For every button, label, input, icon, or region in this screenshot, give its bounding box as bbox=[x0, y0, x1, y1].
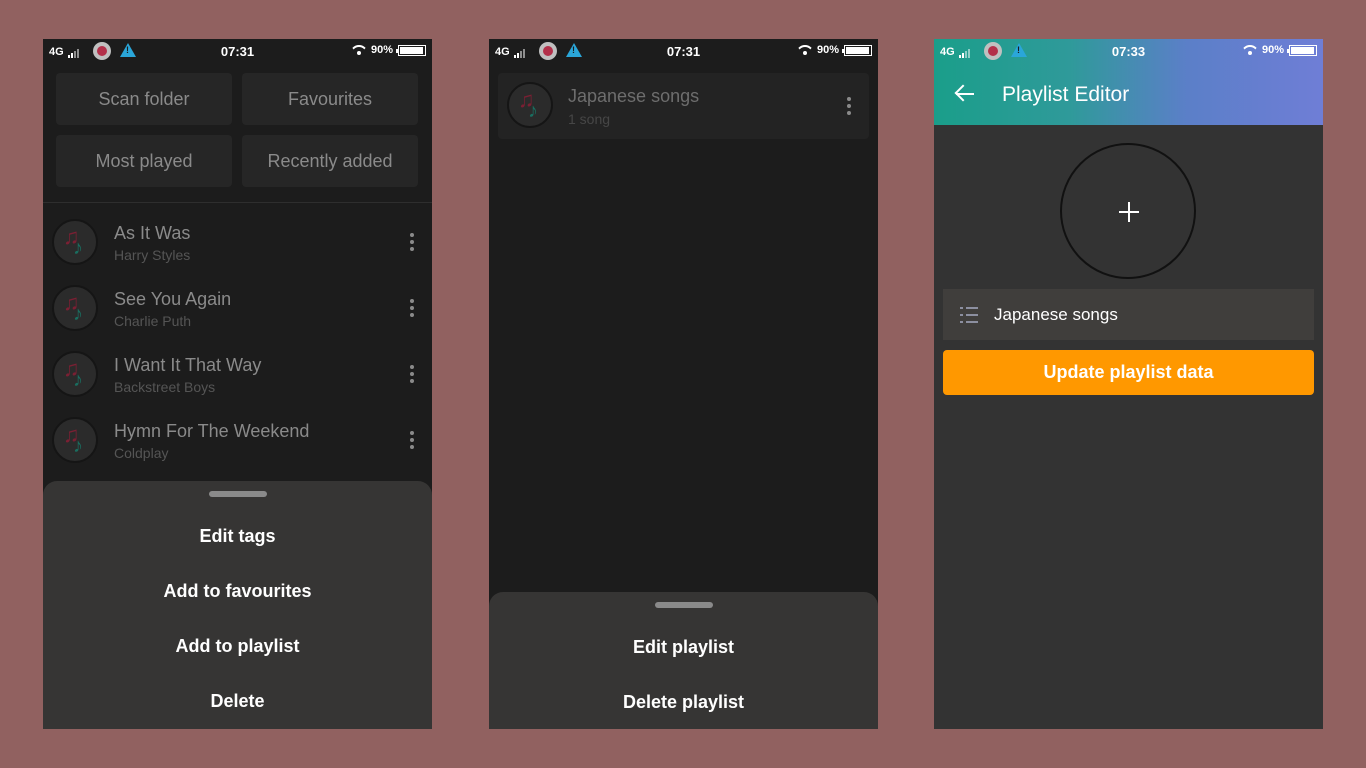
battery-icon bbox=[396, 44, 426, 56]
more-options-icon[interactable] bbox=[410, 431, 414, 452]
favourites-button[interactable]: Favourites bbox=[242, 73, 418, 125]
more-options-icon[interactable] bbox=[847, 97, 851, 118]
update-playlist-button[interactable]: Update playlist data bbox=[943, 350, 1314, 395]
song-row[interactable]: ♫ ♪ Hymn For The Weekend Coldplay bbox=[43, 407, 432, 473]
more-options-icon[interactable] bbox=[410, 233, 414, 254]
plus-icon bbox=[1119, 202, 1139, 222]
drag-handle[interactable] bbox=[208, 491, 267, 497]
delete-playlist-option[interactable]: Delete playlist bbox=[489, 692, 878, 713]
recently-added-button[interactable]: Recently added bbox=[242, 135, 418, 187]
song-artist: Coldplay bbox=[114, 445, 169, 461]
list-icon bbox=[960, 307, 978, 323]
more-options-icon[interactable] bbox=[410, 299, 414, 320]
phone-screen-playlist-editor: 4G 07:33 90% Playlist Editor Japanese so… bbox=[934, 39, 1323, 729]
music-note-icon: ♫ ♪ bbox=[52, 351, 98, 397]
playlist-song-count: 1 song bbox=[568, 111, 611, 127]
phone-screen-songs: 4G 07:31 90% Scan folder Favourites Most… bbox=[43, 39, 432, 729]
song-artist: Harry Styles bbox=[114, 247, 191, 263]
wifi-icon bbox=[1243, 45, 1257, 55]
page-title: Playlist Editor bbox=[1002, 83, 1130, 106]
song-row[interactable]: ♫ ♪ I Want It That Way Backstreet Boys bbox=[43, 341, 432, 407]
edit-tags-option[interactable]: Edit tags bbox=[43, 526, 432, 547]
song-title: As It Was bbox=[114, 223, 191, 243]
wifi-icon bbox=[352, 45, 366, 55]
status-bar: 4G 07:31 90% bbox=[489, 39, 878, 64]
status-bar: 4G 07:31 90% bbox=[43, 39, 432, 64]
back-arrow-icon[interactable] bbox=[954, 83, 976, 105]
song-options-sheet: Edit tags Add to favourites Add to playl… bbox=[43, 481, 432, 729]
most-played-button[interactable]: Most played bbox=[56, 135, 232, 187]
delete-option[interactable]: Delete bbox=[43, 691, 432, 712]
playlist-options-sheet: Edit playlist Delete playlist bbox=[489, 592, 878, 729]
playlist-title: Japanese songs bbox=[568, 86, 700, 106]
song-title: Hymn For The Weekend bbox=[114, 421, 310, 441]
edit-playlist-option[interactable]: Edit playlist bbox=[489, 637, 878, 658]
more-options-icon[interactable] bbox=[410, 365, 414, 386]
song-row[interactable]: ♫ ♪ See You Again Charlie Puth bbox=[43, 275, 432, 341]
add-cover-image-button[interactable] bbox=[1060, 143, 1196, 279]
phone-screen-playlists: 4G 07:31 90% ♫♪ Japanese songs 1 song Ed… bbox=[489, 39, 878, 729]
song-title: See You Again bbox=[114, 289, 232, 309]
battery-icon bbox=[842, 44, 872, 56]
song-row[interactable]: ♫ ♪ As It Was Harry Styles bbox=[43, 209, 432, 275]
drag-handle[interactable] bbox=[654, 602, 713, 608]
app-bar: 4G 07:33 90% Playlist Editor bbox=[934, 39, 1323, 125]
divider bbox=[43, 202, 432, 203]
scan-folder-button[interactable]: Scan folder bbox=[56, 73, 232, 125]
add-to-favourites-option[interactable]: Add to favourites bbox=[43, 581, 432, 602]
status-bar: 4G 07:33 90% bbox=[934, 39, 1323, 64]
wifi-icon bbox=[798, 45, 812, 55]
music-note-icon: ♫ ♪ bbox=[52, 219, 98, 265]
battery-percent: 90% bbox=[816, 44, 839, 56]
song-artist: Backstreet Boys bbox=[114, 379, 216, 395]
battery-percent: 90% bbox=[370, 44, 393, 56]
battery-percent: 90% bbox=[1261, 44, 1284, 56]
playlist-name-field[interactable]: Japanese songs bbox=[943, 289, 1314, 340]
song-artist: Charlie Puth bbox=[114, 313, 192, 329]
song-title: I Want It That Way bbox=[114, 355, 262, 375]
playlist-name-value[interactable]: Japanese songs bbox=[994, 305, 1118, 325]
music-note-icon: ♫ ♪ bbox=[52, 417, 98, 463]
music-note-icon: ♫ ♪ bbox=[52, 285, 98, 331]
music-note-icon: ♫ ♪ bbox=[507, 82, 553, 128]
playlist-card[interactable]: ♫ ♪ Japanese songs 1 song bbox=[498, 73, 869, 139]
battery-icon bbox=[1287, 44, 1317, 56]
add-to-playlist-option[interactable]: Add to playlist bbox=[43, 636, 432, 657]
